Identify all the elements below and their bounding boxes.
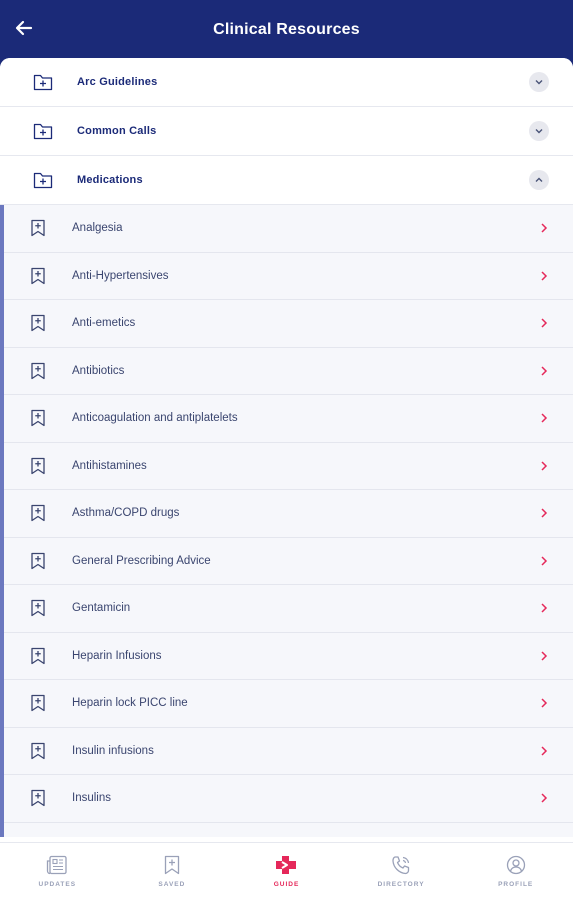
tab-label: GUIDE [273,881,300,888]
item-label: General Prescribing Advice [72,554,211,567]
bookmark-plus-icon [31,457,45,474]
chevron-right-icon [537,221,551,235]
chevron-right-icon [537,649,551,663]
content-sheet: Arc Guidelines Common Calls Medications [0,58,573,900]
bookmark-plus-icon [31,647,45,664]
tab-label: DIRECTORY [377,881,425,888]
app-root: Clinical Resources Arc Guidelines Common… [0,0,573,900]
folder-plus-icon [33,74,53,91]
chevron-right-icon [537,554,551,568]
list-item[interactable]: Anticoagulation and antiplatelets [4,395,573,443]
phone-icon [392,856,410,875]
tab-saved[interactable]: SAVED [115,843,230,900]
bookmark-plus-icon [31,742,45,759]
bottom-tab-bar: UPDATES SAVED GUIDE DIRECTORY PROFILE [0,842,573,900]
bookmark-plus-icon [31,552,45,569]
chevron-right-icon [537,744,551,758]
tab-updates[interactable]: UPDATES [0,843,115,900]
chevron-up-icon [535,177,543,182]
list-item[interactable]: Antihistamines [4,442,573,490]
bookmark-plus-icon [31,504,45,522]
item-label: Insulin infusions [72,744,154,757]
item-label: Antihistamines [72,459,147,472]
item-label: Asthma/COPD drugs [72,507,180,519]
item-label: Heparin Infusions [72,649,162,662]
folder-plus-icon [33,172,53,189]
chevron-right-icon [537,696,551,710]
tab-guide[interactable]: GUIDE [229,843,344,900]
expand-button[interactable] [529,121,549,141]
list-item[interactable]: Heparin lock PICC line [4,680,573,728]
tab-label: UPDATES [38,881,77,888]
list-item[interactable]: Insulins [4,775,573,823]
list-item[interactable]: Anti-emetics [4,300,573,348]
chevron-down-icon [535,129,543,134]
tab-profile[interactable]: PROFILE [458,843,573,900]
section-label: Medications [77,174,143,186]
medications-list: Analgesia Anti-Hypertensives Anti-emetic… [0,205,573,837]
list-item[interactable]: Antibiotics [4,347,573,395]
folder-plus-icon [33,123,53,140]
bookmark-plus-icon [31,362,45,379]
item-label: Anti-Hypertensives [72,269,169,282]
bookmark-plus-icon [31,409,45,427]
page-title: Clinical Resources [213,21,360,38]
chevron-right-icon [537,459,551,473]
list-item[interactable]: Analgesia [4,205,573,253]
item-label: Anti-emetics [72,317,136,329]
bookmark-plus-icon [31,789,45,807]
chevron-right-icon [537,791,551,805]
item-label: Analgesia [72,222,123,234]
expand-button[interactable] [529,72,549,92]
chevron-right-icon [537,269,551,283]
section-medications[interactable]: Medications [0,156,573,205]
tab-label: SAVED [158,881,186,888]
section-label: Arc Guidelines [77,76,158,88]
list-item[interactable]: Heparin Infusions [4,632,573,680]
item-label: Insulins [72,792,111,804]
bookmark-plus-icon [164,855,180,875]
app-header: Clinical Resources [0,0,573,60]
section-arc-guidelines[interactable]: Arc Guidelines [0,58,573,107]
item-label: Antibiotics [72,364,125,377]
bookmark-plus-icon [31,599,45,617]
chevron-right-icon [537,506,551,520]
guide-cross-icon [276,856,297,874]
item-label: Gentamicin [72,602,131,614]
list-item[interactable]: Anti-Hypertensives [4,252,573,300]
chevron-right-icon [537,364,551,378]
chevron-right-icon [537,411,551,425]
list-item[interactable]: General Prescribing Advice [4,537,573,585]
newspaper-icon [47,855,67,875]
chevron-right-icon [537,316,551,330]
bookmark-plus-icon [31,267,45,284]
tab-directory[interactable]: DIRECTORY [344,843,459,900]
item-label: Anticoagulation and antiplatelets [72,412,238,424]
bookmark-plus-icon [31,314,45,332]
tab-label: PROFILE [498,881,534,888]
list-item[interactable]: Gentamicin [4,585,573,633]
list-item[interactable]: Insulin infusions [4,727,573,775]
chevron-down-icon [535,80,543,85]
bookmark-plus-icon [31,694,45,712]
user-circle-icon [506,855,525,875]
bookmark-plus-icon [31,219,45,237]
collapse-button[interactable] [529,170,549,190]
chevron-right-icon [537,601,551,615]
section-common-calls[interactable]: Common Calls [0,107,573,156]
list-item[interactable]: Asthma/COPD drugs [4,490,573,538]
item-label: Heparin lock PICC line [72,697,188,709]
section-label: Common Calls [77,125,157,137]
